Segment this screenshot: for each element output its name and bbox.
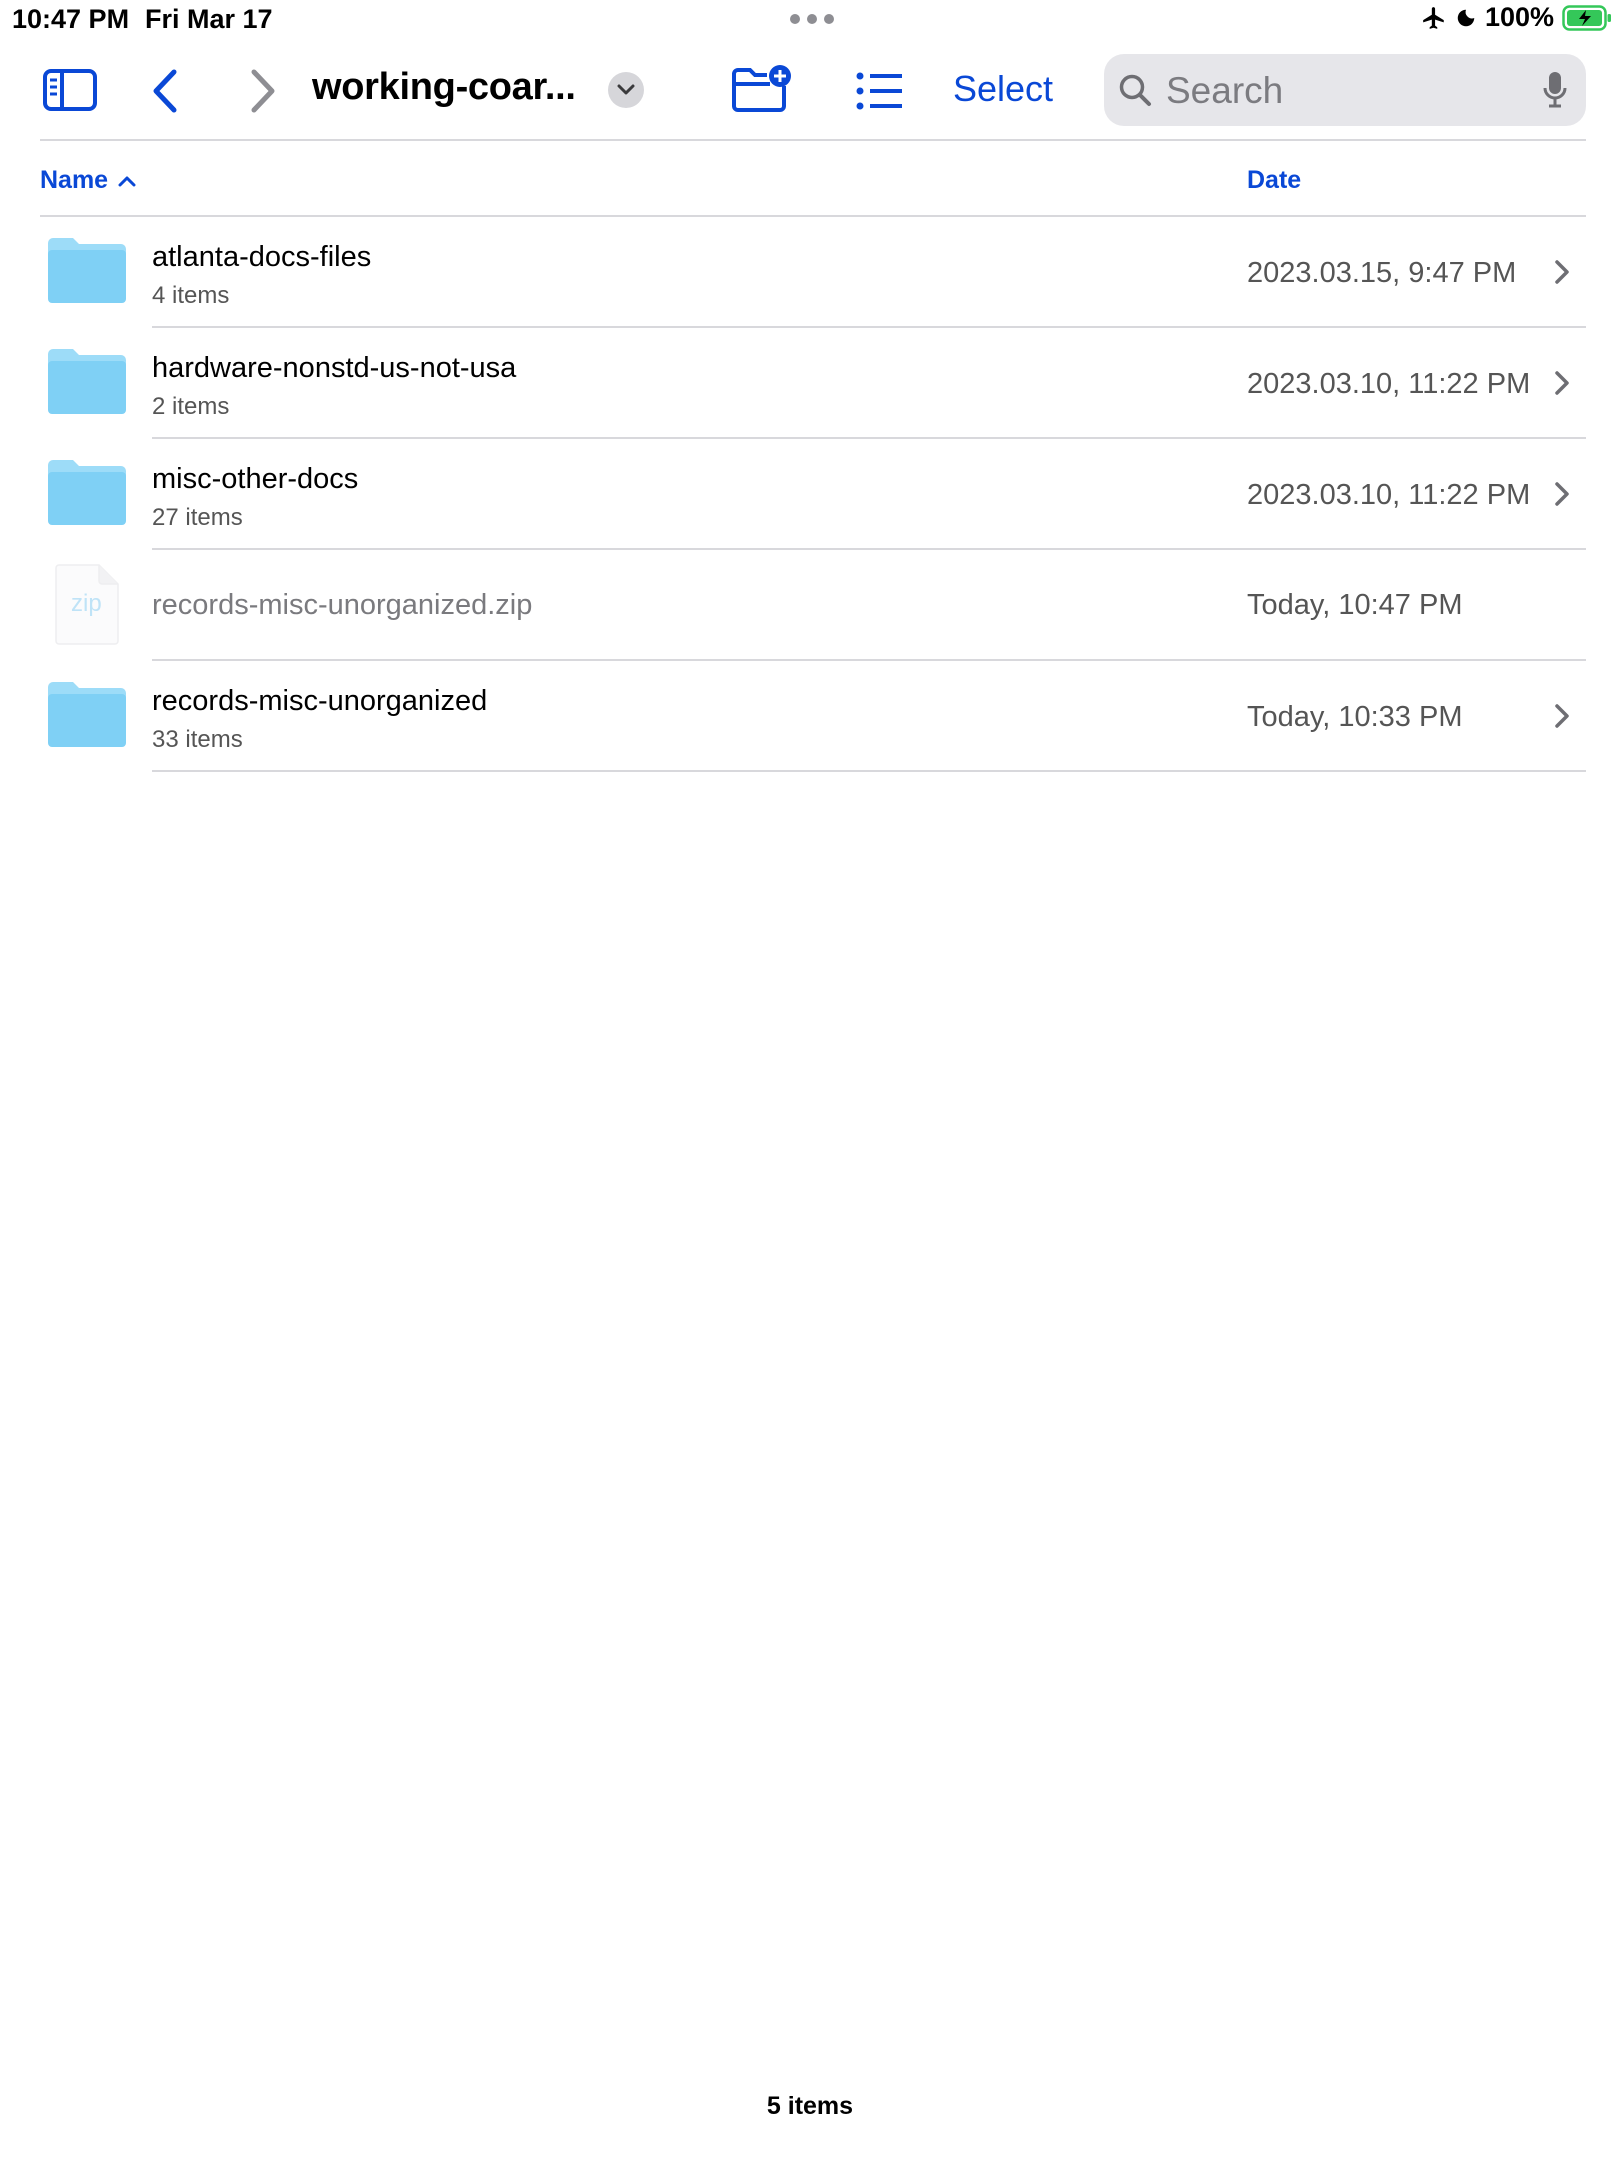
select-button[interactable]: Select: [953, 68, 1053, 110]
chevron-down-icon[interactable]: [608, 72, 644, 108]
file-name: atlanta-docs-files: [152, 241, 372, 273]
file-item-count: 2 items: [152, 393, 230, 420]
search-field[interactable]: Search: [1104, 54, 1586, 126]
zip-file-icon: zip: [54, 564, 120, 646]
file-row[interactable]: misc-other-docs 27 items 2023.03.10, 11:…: [0, 439, 1620, 550]
airplane-icon: [1423, 6, 1444, 29]
chevron-right-icon: [1555, 371, 1569, 395]
folder-icon: [48, 460, 126, 525]
folder-title[interactable]: working-coar...: [312, 66, 576, 109]
battery-percent: 100%: [1484, 2, 1554, 32]
row-divider: [152, 770, 1586, 772]
zip-icon-label: zip: [71, 590, 102, 617]
file-item-count: 4 items: [152, 282, 230, 309]
file-item-count: 33 items: [152, 726, 243, 753]
file-date: Today, 10:33 PM: [1247, 701, 1463, 733]
file-row[interactable]: hardware-nonstd-us-not-usa 2 items 2023.…: [0, 328, 1620, 439]
sort-ascending-icon: [118, 176, 136, 186]
file-name: records-misc-unorganized.zip: [152, 589, 533, 621]
microphone-icon[interactable]: [1542, 70, 1568, 110]
column-date-header[interactable]: Date: [1247, 166, 1301, 195]
file-item-count: 27 items: [152, 504, 243, 531]
multitasking-dots-icon[interactable]: [790, 14, 834, 24]
folder-icon: [48, 682, 126, 747]
folder-icon: [48, 238, 126, 303]
back-chevron-icon[interactable]: [150, 68, 182, 114]
moon-icon: [1457, 9, 1475, 26]
file-date: 2023.03.15, 9:47 PM: [1247, 257, 1517, 289]
list-view-icon[interactable]: [856, 72, 904, 110]
file-row[interactable]: atlanta-docs-files 4 items 2023.03.15, 9…: [0, 217, 1620, 328]
chevron-right-icon: [1555, 482, 1569, 506]
search-icon: [1119, 74, 1151, 106]
file-name: misc-other-docs: [152, 463, 359, 495]
file-row[interactable]: records-misc-unorganized 33 items Today,…: [0, 661, 1620, 772]
column-name-label: Name: [40, 166, 109, 194]
file-date: 2023.03.10, 11:22 PM: [1247, 479, 1531, 511]
file-date: 2023.03.10, 11:22 PM: [1247, 368, 1531, 400]
file-date: Today, 10:47 PM: [1247, 589, 1463, 621]
chevron-right-icon: [1555, 260, 1569, 284]
status-indicators: 100%: [1421, 2, 1612, 33]
chevron-right-icon: [1555, 704, 1569, 728]
sidebar-toggle-icon[interactable]: [42, 68, 98, 112]
search-input[interactable]: Search: [1166, 70, 1283, 112]
file-name: records-misc-unorganized: [152, 685, 488, 717]
column-name-header[interactable]: Name: [40, 166, 136, 195]
item-count-footer: 5 items: [766, 2092, 854, 2120]
forward-chevron-icon[interactable]: [246, 68, 278, 114]
file-row[interactable]: zip records-misc-unorganized.zip Today, …: [0, 550, 1620, 661]
column-date-label: Date: [1247, 166, 1302, 194]
new-folder-icon[interactable]: [730, 64, 792, 114]
folder-icon: [48, 349, 126, 414]
toolbar-divider: [40, 139, 1586, 141]
status-date: Fri Mar 17: [145, 4, 273, 34]
battery-charging-icon: [1562, 4, 1611, 31]
status-time: 10:47 PM: [12, 4, 130, 34]
file-name: hardware-nonstd-us-not-usa: [152, 352, 517, 384]
